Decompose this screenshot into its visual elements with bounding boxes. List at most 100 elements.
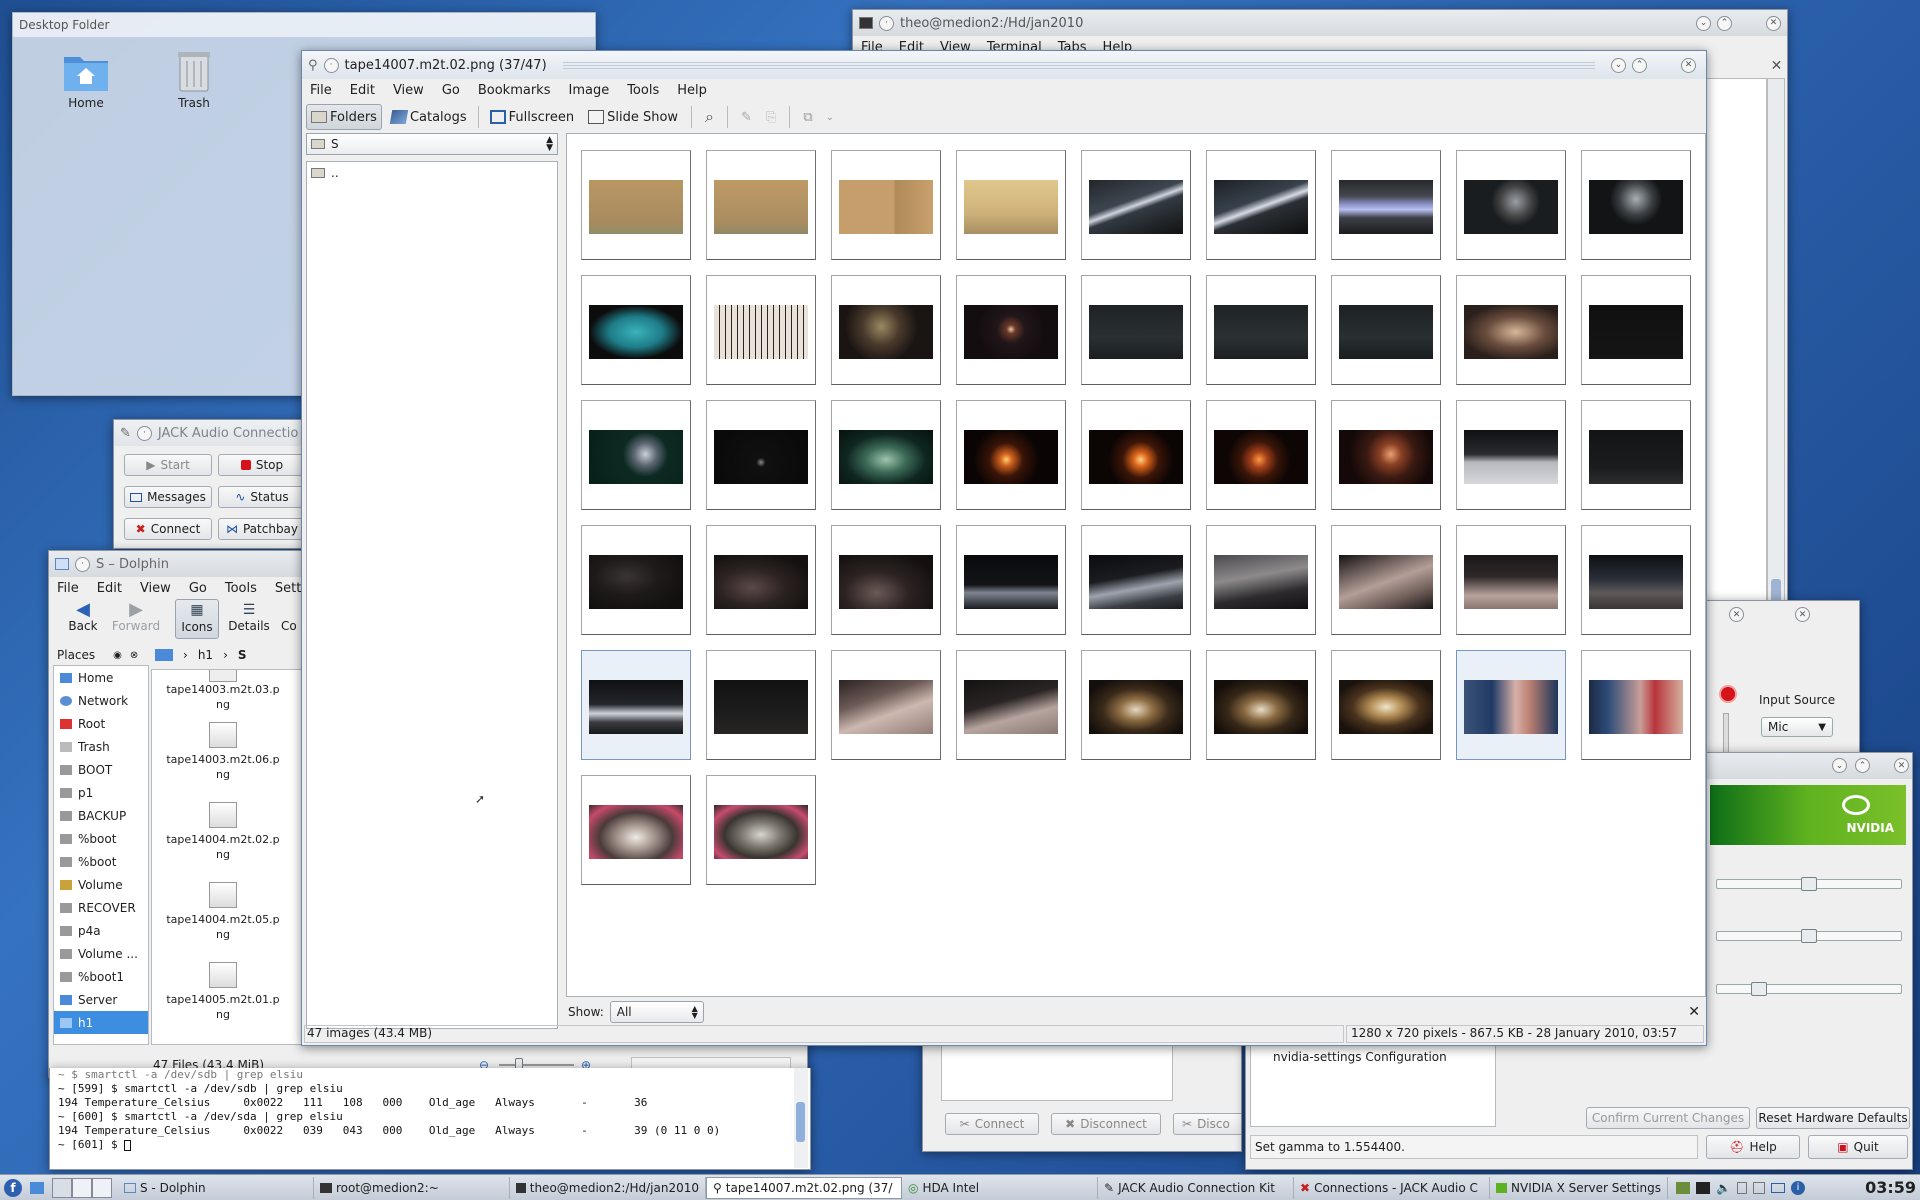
reset-hardware-defaults-button[interactable]: Reset Hardware Defaults	[1756, 1107, 1910, 1129]
desktop-home-icon[interactable]: Home	[51, 49, 121, 110]
thumbnail-item[interactable]	[1206, 650, 1316, 760]
place-root[interactable]: Root	[54, 712, 148, 735]
tree-item-parent[interactable]: ..	[311, 166, 339, 180]
device-tray-icon[interactable]	[1752, 1181, 1765, 1194]
place-trash[interactable]: Trash	[54, 735, 148, 758]
pin-icon[interactable]: ·	[75, 556, 90, 572]
task-gthumb[interactable]: ⚲ tape14007.m2t.02.png (37/	[706, 1176, 902, 1199]
thumbnail-item[interactable]	[1206, 150, 1316, 260]
thumbnail-item[interactable]	[1331, 150, 1441, 260]
thumbnail-item[interactable]	[1456, 525, 1566, 635]
terminal-scrollbar[interactable]	[794, 1068, 808, 1168]
maximize-icon[interactable]: ⌃	[1855, 758, 1870, 773]
folders-button[interactable]: Folders	[306, 104, 382, 130]
pager-desktop-2[interactable]	[72, 1177, 92, 1198]
pin-icon[interactable]: ·	[136, 425, 152, 441]
menu-edit[interactable]: Edit	[95, 581, 124, 596]
close-filter-icon[interactable]: ✕	[1688, 1004, 1700, 1020]
clipboard-tray-icon[interactable]	[1736, 1181, 1747, 1194]
menu-go[interactable]: Go	[440, 83, 462, 98]
pager-desktop-1[interactable]	[52, 1177, 72, 1198]
close-icon[interactable]: ✕	[1894, 758, 1909, 773]
rotate-button[interactable]: ⧉ ⌄	[798, 104, 839, 130]
thumbnail-item[interactable]	[1081, 525, 1191, 635]
terminal-content[interactable]	[1703, 78, 1767, 628]
thumbnail-item[interactable]	[956, 275, 1066, 385]
place-p1[interactable]: p1	[54, 781, 148, 804]
place-boot1[interactable]: %boot1	[54, 965, 148, 988]
connections-list[interactable]	[941, 1045, 1173, 1101]
task-hda-intel[interactable]: ◎ HDA Intel	[902, 1176, 1098, 1199]
thumbnail-item[interactable]	[1081, 400, 1191, 510]
thumbnail-item[interactable]	[581, 400, 691, 510]
panel-close-icon[interactable]: ⊗	[130, 650, 138, 661]
jack-connect-button[interactable]: ✖ Connect	[124, 518, 212, 540]
file-item[interactable]: tape14004.m2t.02.p ng	[158, 802, 288, 862]
thumbnail-item[interactable]	[1081, 650, 1191, 760]
close-icon[interactable]: ✕	[1795, 607, 1810, 622]
maximize-icon[interactable]: ⌃	[1632, 57, 1647, 73]
place-server[interactable]: Server	[54, 988, 148, 1011]
pager-desktop-3[interactable]	[92, 1177, 112, 1198]
thumbnail-item[interactable]	[706, 775, 816, 885]
thumbnail-item[interactable]	[1456, 275, 1566, 385]
jack-stop-button[interactable]: Stop	[218, 454, 306, 476]
close-tab-icon[interactable]: ✕	[1769, 58, 1784, 74]
thumbnail-item[interactable]	[956, 525, 1066, 635]
thumbnail-item[interactable]	[831, 650, 941, 760]
quit-button[interactable]: ▣ Quit	[1808, 1135, 1908, 1159]
nvidia-slider-2[interactable]	[1716, 929, 1902, 943]
menu-file[interactable]: File	[308, 83, 334, 98]
thumbnail-item[interactable]	[1206, 525, 1316, 635]
menu-help[interactable]: Help	[675, 83, 709, 98]
thumbnail-item[interactable]	[831, 400, 941, 510]
jack-conn-disconnect-button[interactable]: ✖ Disconnect	[1051, 1113, 1161, 1135]
place-recover[interactable]: RECOVER	[54, 896, 148, 919]
file-item[interactable]: tape14003.m2t.03.p ng	[158, 670, 288, 712]
jack-start-button[interactable]: ▶ Start	[124, 454, 212, 476]
thumbnail-item[interactable]	[706, 400, 816, 510]
terminal-output[interactable]: ~ $ smartctl -a /dev/sdb | grep elsiu ~ …	[58, 1068, 798, 1168]
place-h1[interactable]: h1	[54, 1011, 148, 1034]
thumbnail-item[interactable]	[1581, 275, 1691, 385]
place-boot3[interactable]: %boot	[54, 850, 148, 873]
thumbnail-item[interactable]	[706, 650, 816, 760]
thumbnail-item[interactable]	[1456, 400, 1566, 510]
menu-edit[interactable]: Edit	[348, 83, 377, 98]
pin-icon[interactable]: ·	[323, 57, 339, 73]
slideshow-button[interactable]: Slide Show	[583, 104, 683, 130]
thumbnail-item[interactable]	[1456, 650, 1566, 760]
chevron-down-icon[interactable]: ⌄	[826, 112, 834, 123]
task-root-terminal[interactable]: root@medion2:~	[314, 1176, 510, 1199]
fullscreen-button[interactable]: Fullscreen	[485, 104, 579, 130]
thumbnail-item[interactable]	[706, 275, 816, 385]
thumbnail-item[interactable]	[1331, 400, 1441, 510]
task-dolphin[interactable]: S - Dolphin	[118, 1176, 314, 1199]
scrollbar-thumb[interactable]	[796, 1102, 805, 1142]
file-item[interactable]: tape14005.m2t.01.p ng	[158, 962, 288, 1022]
place-volume2[interactable]: Volume ...	[54, 942, 148, 965]
menu-view[interactable]: View	[138, 581, 173, 596]
thumbnail-item[interactable]	[831, 275, 941, 385]
place-boot2[interactable]: %boot	[54, 827, 148, 850]
record-icon[interactable]	[1719, 685, 1737, 703]
thumbnail-item[interactable]	[1331, 650, 1441, 760]
menu-bookmarks[interactable]: Bookmarks	[476, 83, 553, 98]
close-icon[interactable]: ✕	[1681, 57, 1696, 73]
slider-knob[interactable]	[1801, 877, 1817, 891]
show-select[interactable]: All ▲ ▼	[609, 1001, 704, 1023]
minimize-icon[interactable]: ⌄	[1832, 758, 1847, 773]
thumbnail-item[interactable]	[956, 150, 1066, 260]
place-network[interactable]: Network	[54, 689, 148, 712]
categories-button[interactable]: ⎘	[761, 104, 781, 130]
place-backup[interactable]: BACKUP	[54, 804, 148, 827]
volume-tray-icon[interactable]: 🔈	[1716, 1181, 1731, 1195]
menu-file[interactable]: File	[55, 581, 81, 596]
edit-comment-button[interactable]: ✎	[736, 104, 757, 130]
menu-view[interactable]: View	[391, 83, 426, 98]
back-button[interactable]: ◀ Back	[63, 601, 103, 634]
file-item[interactable]: tape14003.m2t.06.p ng	[158, 722, 288, 782]
help-button[interactable]: ⛑ Help	[1706, 1135, 1800, 1159]
desktop-trash-icon[interactable]: Trash	[159, 47, 229, 110]
details-view-button[interactable]: ☰ Details	[225, 601, 273, 633]
